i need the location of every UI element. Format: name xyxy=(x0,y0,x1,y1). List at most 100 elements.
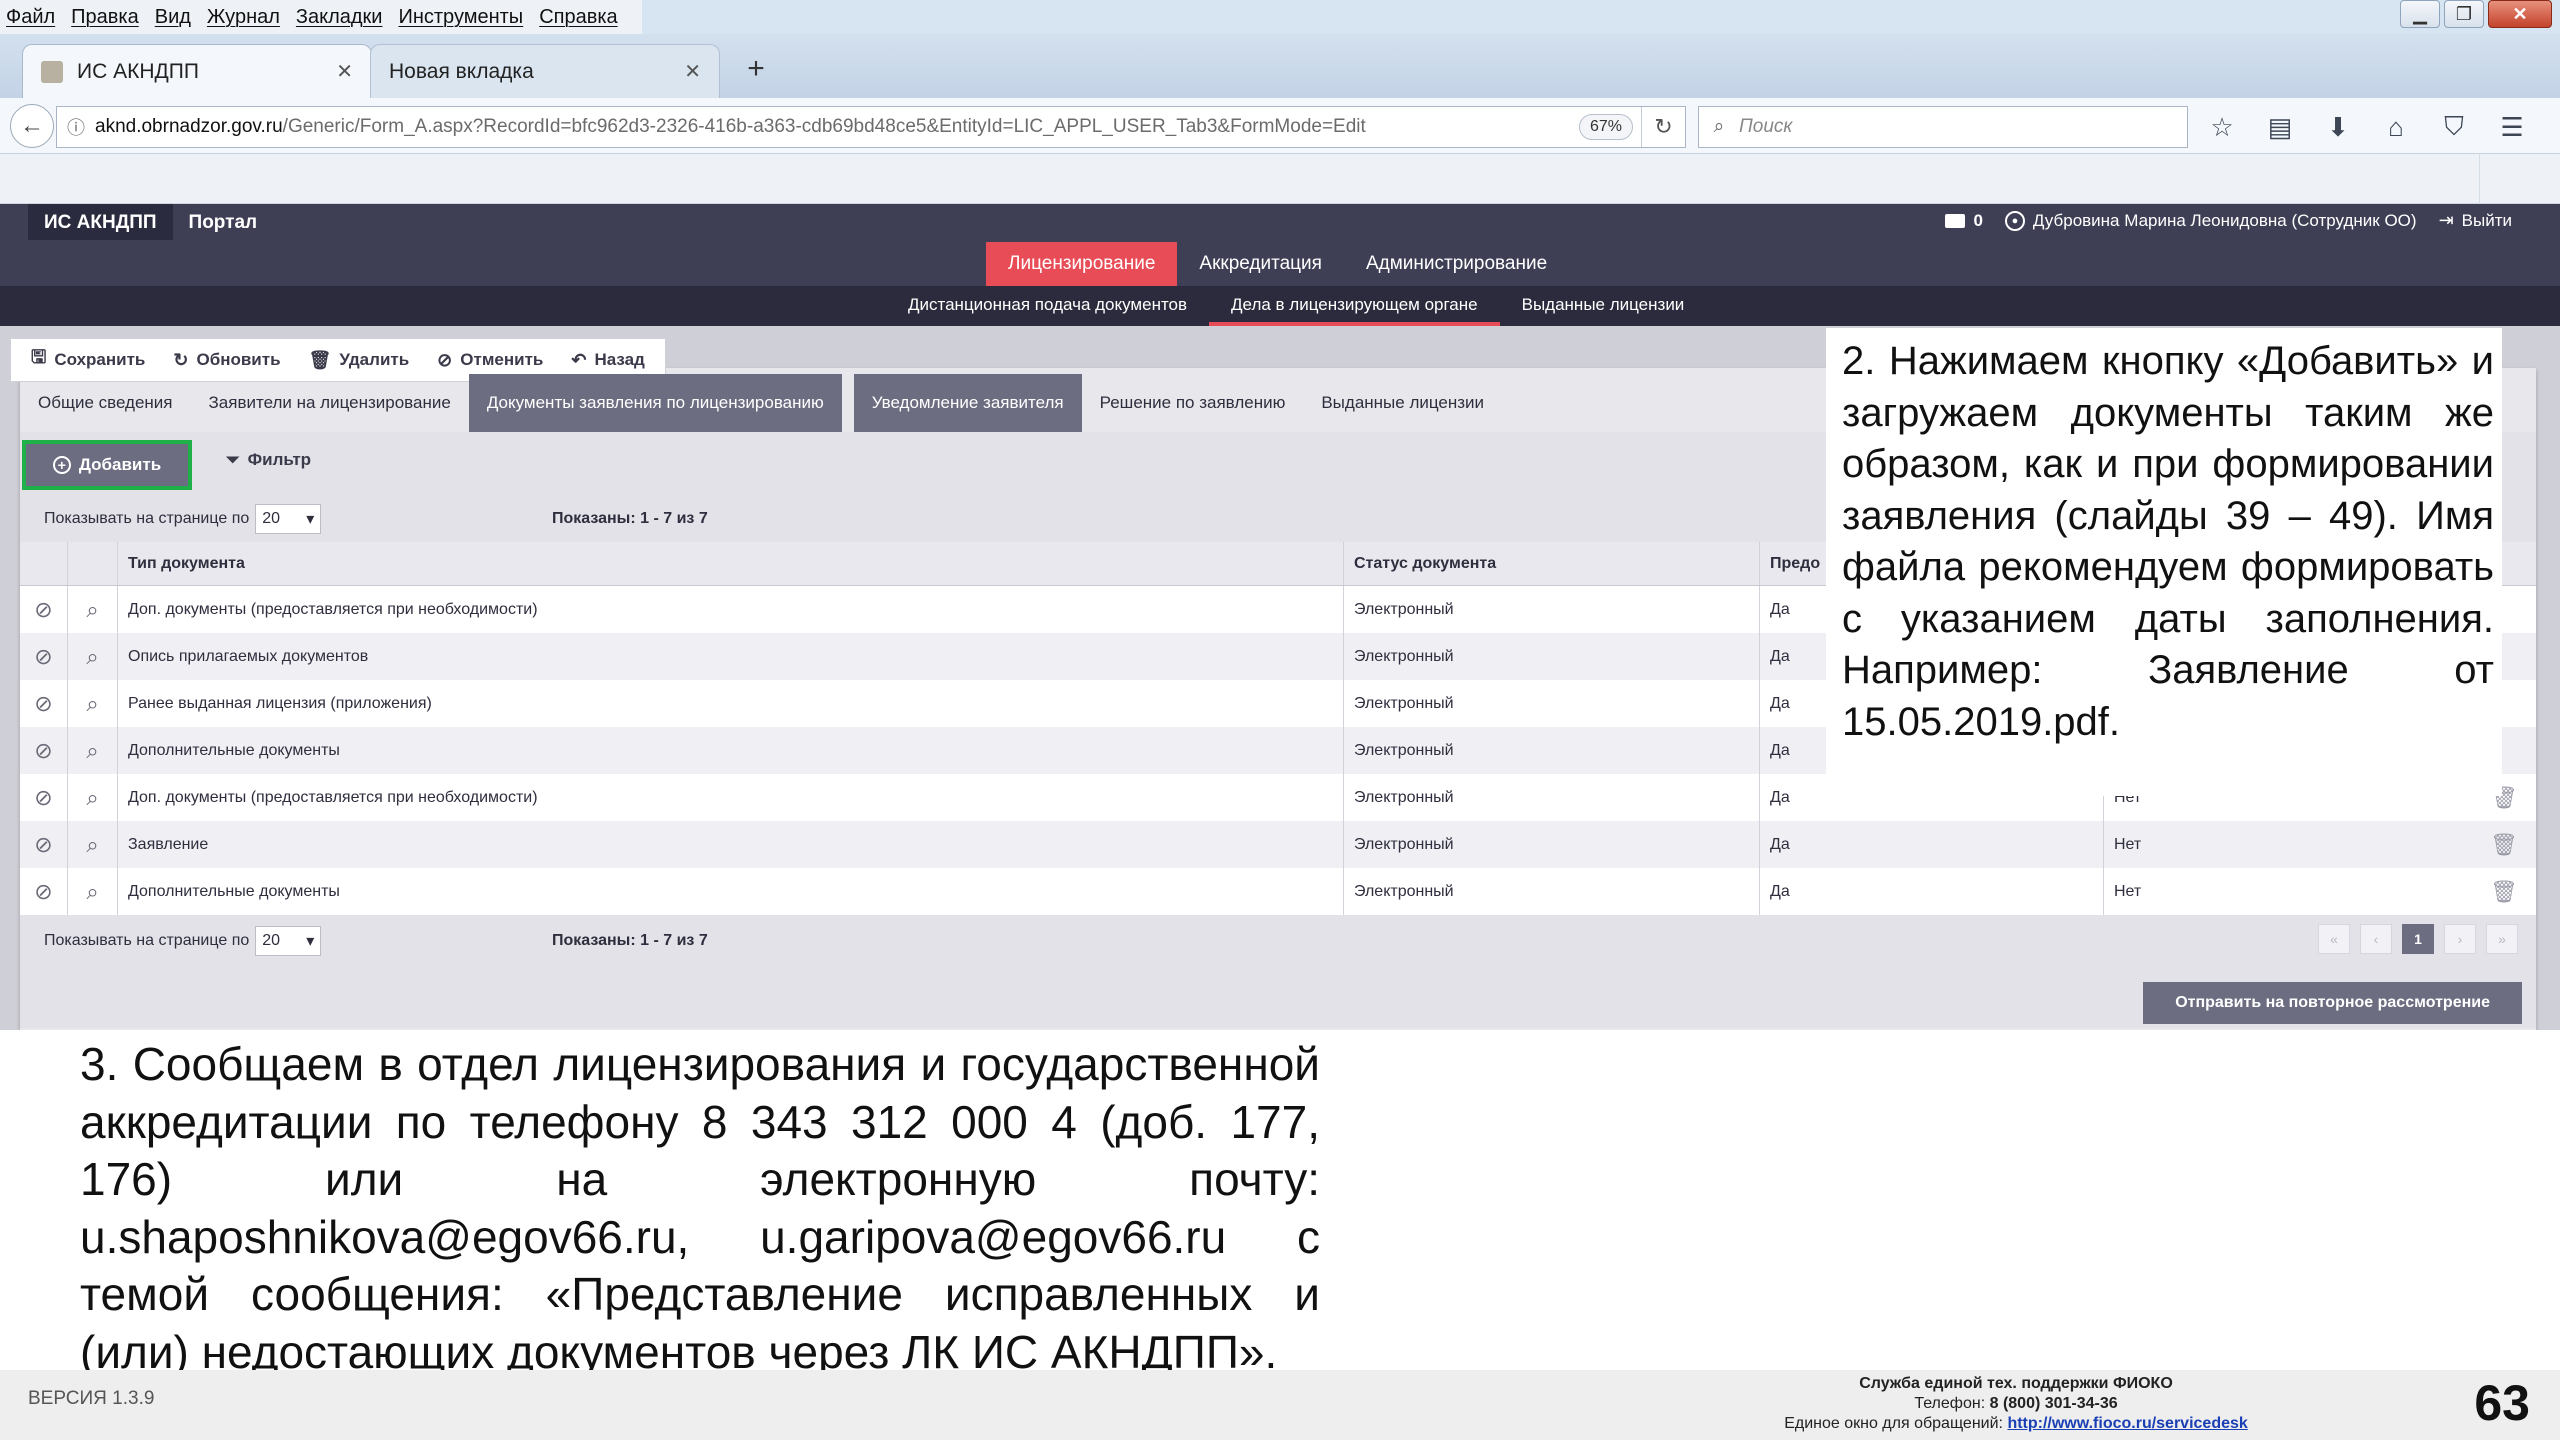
support-window-label: Единое окно для обращений: xyxy=(1784,1415,2003,1432)
version-label: ВЕРСИЯ 1.3.9 xyxy=(28,1388,155,1409)
edit-icon[interactable]: ⊘ xyxy=(20,586,68,633)
info-icon[interactable]: ⓘ xyxy=(57,114,95,140)
reload-icon[interactable]: ↻ xyxy=(1641,107,1685,147)
logout-link[interactable]: ⇥ Выйти xyxy=(2439,210,2512,231)
header-spacer xyxy=(68,542,118,585)
hamburger-menu-icon[interactable]: ☰ xyxy=(2490,106,2534,148)
table-row[interactable]: ⊘ ⌕ Заявление Электронный Да Нет 🗑 xyxy=(20,821,2536,868)
close-window-icon[interactable]: ✕ xyxy=(2488,0,2552,28)
menu-tools[interactable]: Инструменты xyxy=(398,6,523,29)
close-tab-icon[interactable]: ✕ xyxy=(336,59,353,84)
page-size-label: Показывать на странице по xyxy=(44,510,250,527)
filter-button[interactable]: ⏷ Фильтр xyxy=(226,450,311,470)
back-button[interactable]: ↶ Назад xyxy=(557,350,659,371)
search-input[interactable]: ⌕ Поиск xyxy=(1698,106,2188,148)
support-link[interactable]: http://www.fioco.ru/servicedesk xyxy=(2007,1415,2247,1432)
cell-document-status: Электронный xyxy=(1344,774,1760,821)
view-icon[interactable]: ⌕ xyxy=(68,774,118,821)
edit-icon[interactable]: ⊘ xyxy=(20,727,68,774)
minimize-icon[interactable]: ▁ xyxy=(2400,0,2440,28)
download-icon[interactable]: ⬇ xyxy=(2316,106,2360,148)
browser-tab-active[interactable]: ИС АКНДПП ✕ xyxy=(22,44,372,98)
subtab-remote-submission[interactable]: Дистанционная подача документов xyxy=(886,286,1209,326)
trash-icon[interactable]: 🗑 xyxy=(2474,879,2534,905)
resend-for-review-button[interactable]: Отправить на повторное рассмотрение xyxy=(2143,982,2522,1024)
table-row[interactable]: ⊘ ⌕ Дополнительные документы Электронный Да Н… xyxy=(20,868,2536,915)
user-link[interactable]: ● Дубровина Марина Леонидовна (Сотрудник… xyxy=(2004,210,2417,231)
add-button[interactable]: + Добавить xyxy=(22,440,192,490)
bookmarks-area xyxy=(0,154,2480,204)
address-bar[interactable]: ⓘ aknd.obrnadzor.gov.ru/Generic/Form_A.a… xyxy=(56,106,1686,148)
tab-general-info[interactable]: Общие сведения xyxy=(20,374,191,432)
tab-application-documents[interactable]: Документы заявления по лицензированию xyxy=(468,374,842,432)
edit-icon[interactable]: ⊘ xyxy=(20,821,68,868)
pocket-icon[interactable]: ⛉ xyxy=(2432,106,2476,148)
tab-applicants[interactable]: Заявители на лицензирование xyxy=(191,374,469,432)
subtab-cases[interactable]: Дела в лицензирующем органе xyxy=(1209,286,1500,326)
filter-label: Фильтр xyxy=(247,450,312,469)
plus-circle-icon: + xyxy=(52,456,71,474)
refresh-button[interactable]: ↻ Обновить xyxy=(159,350,294,371)
menu-edit[interactable]: Правка xyxy=(71,6,139,29)
cancel-button[interactable]: ⊘ Отменить xyxy=(423,350,557,371)
page-size-select[interactable]: 20 ▾ xyxy=(255,504,322,534)
bookmarks-bar xyxy=(0,154,2560,204)
menu-view[interactable]: Вид xyxy=(155,6,191,29)
sub-nav: Дистанционная подача документов Дела в л… xyxy=(0,286,2560,326)
tab-administration[interactable]: Администрирование xyxy=(1344,242,1569,286)
tab-accreditation[interactable]: Аккредитация xyxy=(1177,242,1344,286)
reading-list-icon[interactable]: ▤ xyxy=(2258,106,2302,148)
save-icon: 🖫 xyxy=(31,347,47,367)
last-page-icon[interactable]: » xyxy=(2486,924,2518,954)
brand-portal[interactable]: Портал xyxy=(173,204,274,240)
menu-history[interactable]: Журнал xyxy=(207,6,280,29)
next-page-icon[interactable]: › xyxy=(2444,924,2476,954)
cancel-label: Отменить xyxy=(460,350,544,369)
delete-button[interactable]: 🗑 Удалить xyxy=(295,350,424,371)
portal-header: ИС АКНДПП Портал 0 ● Дубровина Марина Ле… xyxy=(0,204,2560,286)
zoom-indicator[interactable]: 67% xyxy=(1578,114,1633,140)
back-arrow-icon[interactable]: ← xyxy=(10,104,54,148)
tab-decision[interactable]: Решение по заявлению xyxy=(1082,374,1304,432)
menu-bookmarks[interactable]: Закладки xyxy=(296,6,383,29)
brand-ais-akndpp[interactable]: ИС АКНДПП xyxy=(28,204,173,240)
refresh-label: Обновить xyxy=(196,350,281,369)
edit-icon[interactable]: ⊘ xyxy=(20,868,68,915)
subtab-issued-licenses[interactable]: Выданные лицензии xyxy=(1500,286,1707,326)
cell-document-status: Электронный xyxy=(1344,727,1760,774)
view-icon[interactable]: ⌕ xyxy=(68,586,118,633)
cell-document-status: Электронный xyxy=(1344,821,1760,868)
new-tab-icon[interactable]: + xyxy=(736,52,776,86)
edit-icon[interactable]: ⊘ xyxy=(20,633,68,680)
tab-applicant-notification[interactable]: Уведомление заявителя xyxy=(853,374,1082,432)
save-button[interactable]: 🖫 Сохранить xyxy=(17,345,159,375)
menu-file[interactable]: Файл xyxy=(6,6,55,29)
sub-tabs: Дистанционная подача документов Дела в л… xyxy=(886,286,1706,326)
maximize-icon[interactable]: ❐ xyxy=(2444,0,2484,28)
view-icon[interactable]: ⌕ xyxy=(68,868,118,915)
first-page-icon[interactable]: « xyxy=(2318,924,2350,954)
view-icon[interactable]: ⌕ xyxy=(68,633,118,680)
menu-help[interactable]: Справка xyxy=(539,6,617,29)
tab-issued-licenses[interactable]: Выданные лицензии xyxy=(1303,374,1502,432)
browser-tab-new[interactable]: Новая вкладка ✕ xyxy=(370,44,720,98)
refresh-icon: ↻ xyxy=(173,349,189,370)
page-size-select[interactable]: 20 ▾ xyxy=(255,926,322,956)
trash-icon[interactable]: 🗑 xyxy=(2474,832,2534,858)
envelope-icon xyxy=(1945,213,1966,228)
view-icon[interactable]: ⌕ xyxy=(68,727,118,774)
edit-icon[interactable]: ⊘ xyxy=(20,680,68,727)
tab-licensing[interactable]: Лицензирование xyxy=(986,242,1178,286)
edit-icon[interactable]: ⊘ xyxy=(20,774,68,821)
page-number[interactable]: 1 xyxy=(2402,924,2434,954)
cell-document-status: Электронный xyxy=(1344,633,1760,680)
view-icon[interactable]: ⌕ xyxy=(68,821,118,868)
close-tab-icon[interactable]: ✕ xyxy=(684,59,701,84)
col-document-status[interactable]: Статус документа xyxy=(1344,542,1760,585)
bookmark-star-icon[interactable]: ☆ xyxy=(2200,106,2244,148)
view-icon[interactable]: ⌕ xyxy=(68,680,118,727)
col-document-type[interactable]: Тип документа xyxy=(118,542,1344,585)
messages-link[interactable]: 0 xyxy=(1945,211,1983,231)
prev-page-icon[interactable]: ‹ xyxy=(2360,924,2392,954)
home-icon[interactable]: ⌂ xyxy=(2374,106,2418,148)
